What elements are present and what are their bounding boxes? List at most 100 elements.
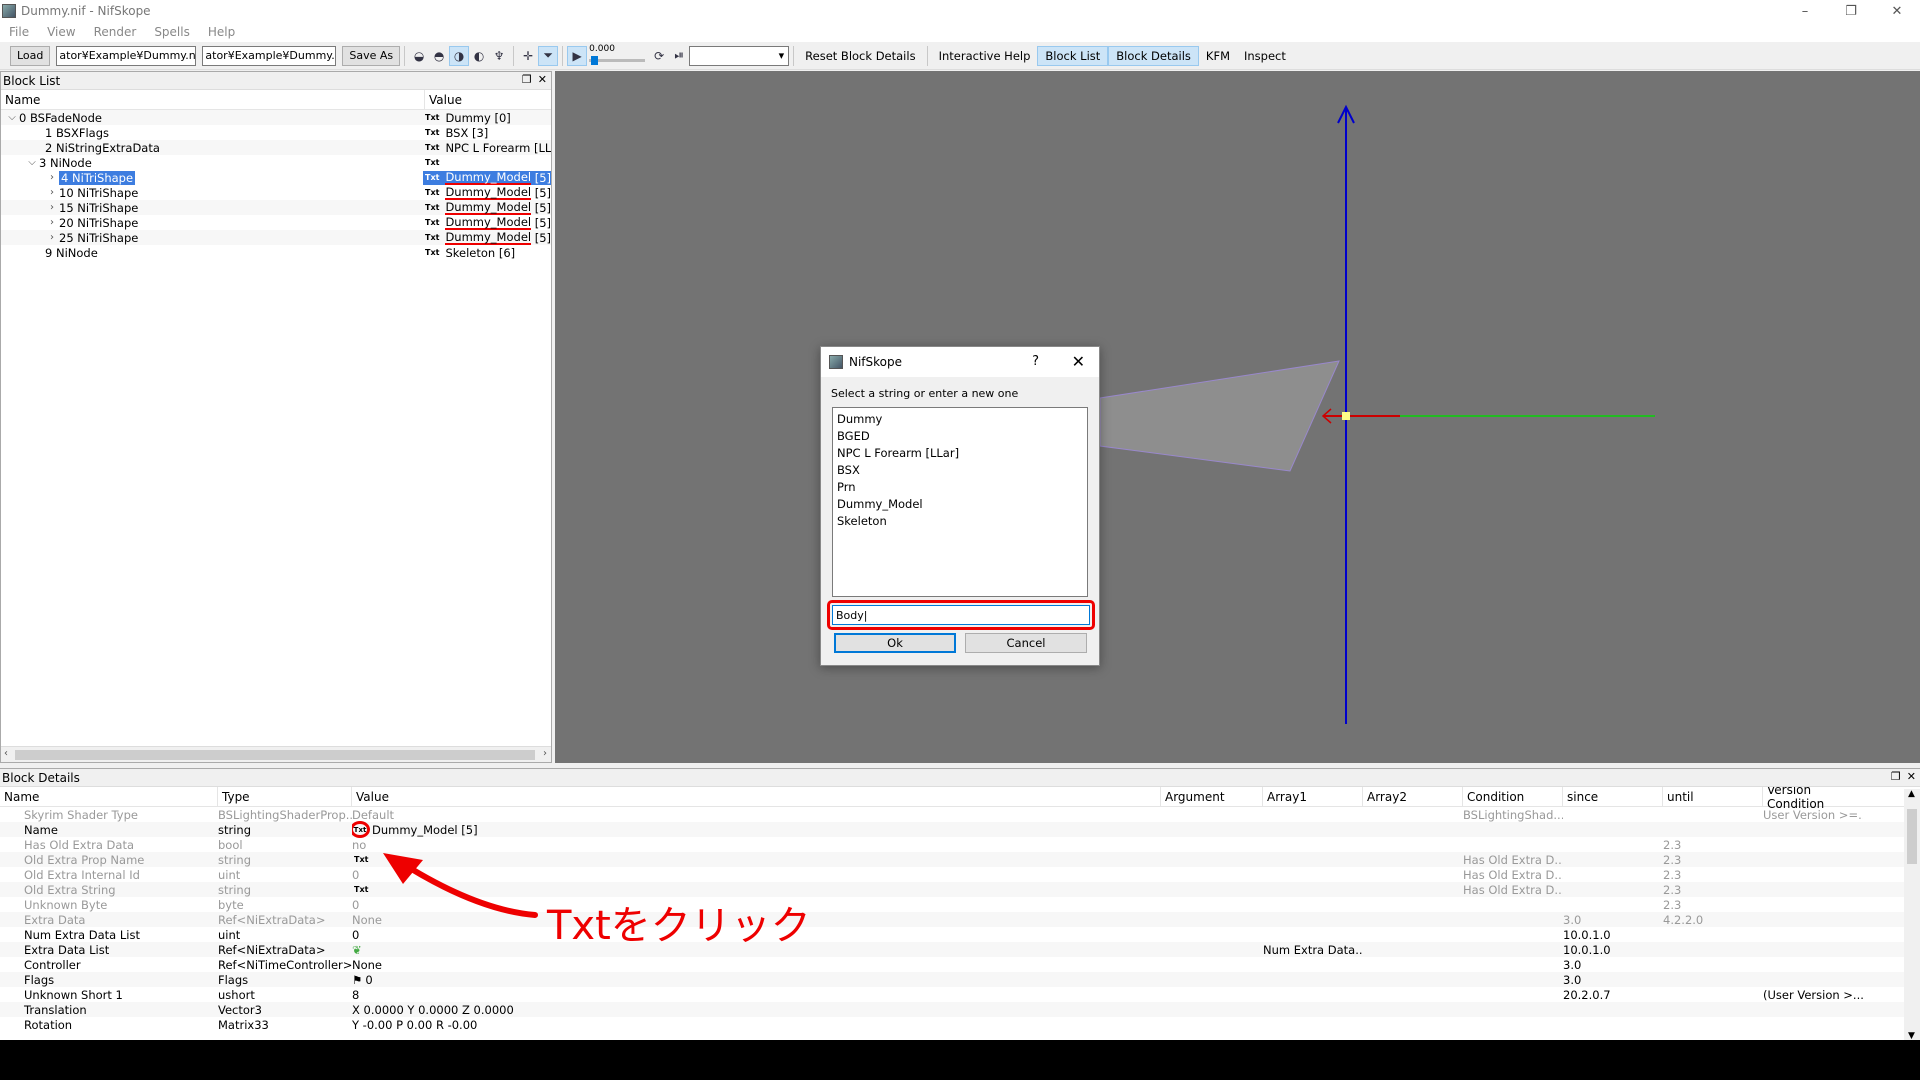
- tree-row[interactable]: 1 BSXFlags Txt BSX [3]: [1, 125, 551, 140]
- string-list-item[interactable]: Prn: [833, 478, 1087, 495]
- load-button[interactable]: Load: [10, 45, 51, 66]
- details-row[interactable]: Rotation Matrix33 Y -0.00 P 0.00 R -0.00: [0, 1017, 1920, 1032]
- col-version-condition[interactable]: Version Condition: [1763, 783, 1863, 811]
- leaf-icon[interactable]: ❦: [352, 943, 362, 957]
- tree-row[interactable]: › 25 NiTriShape Txt Dummy_Model [5]: [1, 230, 551, 245]
- chevron-down-icon[interactable]: ⌵: [25, 157, 39, 168]
- col-type[interactable]: Type: [218, 787, 352, 806]
- chevron-right-icon[interactable]: ›: [45, 232, 59, 243]
- col-until[interactable]: until: [1663, 787, 1763, 806]
- loop-icon[interactable]: ⟳: [649, 46, 669, 66]
- walk-mode-icon[interactable]: ♆: [489, 46, 509, 66]
- float-icon[interactable]: ❐: [522, 73, 532, 86]
- tree-row-selected[interactable]: › 4 NiTriShape Txt Dummy_Model [5]: [1, 170, 551, 185]
- col-argument[interactable]: Argument: [1161, 787, 1263, 806]
- string-list-item[interactable]: Dummy: [833, 410, 1087, 427]
- col-condition[interactable]: Condition: [1463, 787, 1563, 806]
- save-path-input[interactable]: ator¥Example¥Dummy.nif: [202, 45, 337, 66]
- load-path-input[interactable]: ator¥Example¥Dummy.nif: [56, 45, 197, 66]
- field-value[interactable]: Default: [352, 808, 1161, 822]
- string-list-item[interactable]: NPC L Forearm [LLar]: [833, 444, 1087, 461]
- chevron-right-icon[interactable]: ›: [45, 202, 59, 213]
- close-dialog-button[interactable]: ✕: [1072, 352, 1085, 371]
- chevron-right-icon[interactable]: ›: [45, 187, 59, 198]
- details-row[interactable]: Controller Ref<NiTimeController> None 3.0: [0, 957, 1920, 972]
- axes-icon[interactable]: ✛: [518, 46, 538, 66]
- switch-icon[interactable]: ⏯: [669, 46, 689, 66]
- col-value[interactable]: Value: [425, 90, 551, 109]
- time-slider[interactable]: 0.000: [587, 44, 649, 68]
- details-row[interactable]: Unknown Short 1 ushort 8 20.2.0.7 (User Vers…: [0, 987, 1920, 1002]
- inspect-toggle[interactable]: Inspect: [1237, 46, 1293, 66]
- new-string-input[interactable]: Body|: [832, 605, 1090, 625]
- view-side-icon[interactable]: ◑: [449, 45, 470, 66]
- block-details-toggle[interactable]: Block Details: [1108, 45, 1199, 66]
- details-row[interactable]: Num Extra Data List uint 0 10.0.1.0: [0, 927, 1920, 942]
- field-value[interactable]: ⚑ 0: [352, 973, 1161, 987]
- field-value[interactable]: X 0.0000 Y 0.0000 Z 0.0000: [352, 1003, 1161, 1017]
- chevron-right-icon[interactable]: ›: [45, 172, 59, 183]
- txt-edit-icon[interactable]: Txt: [354, 855, 368, 864]
- details-row[interactable]: Old Extra Internal Id uint 0 Has Old Extra …: [0, 867, 1920, 882]
- reset-block-details-button[interactable]: Reset Block Details: [798, 46, 922, 66]
- close-window-button[interactable]: ✕: [1874, 0, 1920, 22]
- string-list-item[interactable]: Dummy_Model: [833, 495, 1087, 512]
- details-row[interactable]: Unknown Byte byte 0 2.3: [0, 897, 1920, 912]
- tree-row[interactable]: 9 NiNode Txt Skeleton [6]: [1, 245, 551, 260]
- tree-row[interactable]: ⌵ 3 NiNode Txt: [1, 155, 551, 170]
- details-row[interactable]: Name string Txt Dummy_Model [5]: [0, 821, 1920, 838]
- chevron-down-icon[interactable]: ⌵: [5, 112, 19, 123]
- block-list-toggle[interactable]: Block List: [1037, 45, 1109, 66]
- menu-help[interactable]: Help: [199, 25, 244, 39]
- tree-row[interactable]: 2 NiStringExtraData Txt NPC L Forearm [LL…: [1, 140, 551, 155]
- string-list-item[interactable]: BGED: [833, 427, 1087, 444]
- menu-render[interactable]: Render: [85, 25, 146, 39]
- close-panel-icon[interactable]: ✕: [538, 73, 547, 86]
- field-value[interactable]: 8: [352, 988, 1161, 1002]
- scrollbar-thumb[interactable]: [15, 750, 535, 760]
- save-as-button[interactable]: Save As: [342, 45, 401, 66]
- txt-edit-icon[interactable]: Txt: [352, 821, 370, 838]
- tree-row[interactable]: › 15 NiTriShape Txt Dummy_Model [5]: [1, 200, 551, 215]
- details-row[interactable]: Translation Vector3 X 0.0000 Y 0.0000 Z 0.…: [0, 1002, 1920, 1017]
- details-row[interactable]: Flags Flags ⚑ 0 3.0: [0, 972, 1920, 987]
- menu-file[interactable]: File: [0, 25, 38, 39]
- view-front-icon[interactable]: ◓: [429, 46, 449, 66]
- tree-row[interactable]: › 10 NiTriShape Txt Dummy_Model [5]: [1, 185, 551, 200]
- details-row[interactable]: Extra Data Ref<NiExtraData> None 3.0 4.2.2.0: [0, 912, 1920, 927]
- col-array1[interactable]: Array1: [1263, 787, 1363, 806]
- details-row[interactable]: Skyrim Shader Type BSLightingShaderProp..…: [0, 807, 1920, 822]
- details-row[interactable]: Extra Data List Ref<NiExtraData> ❦ Num Extr…: [0, 942, 1920, 957]
- string-list[interactable]: Dummy BGED NPC L Forearm [LLar] BSX Prn …: [832, 407, 1088, 597]
- details-row[interactable]: Has Old Extra Data bool no 2.3: [0, 837, 1920, 852]
- txt-edit-icon[interactable]: Txt: [354, 885, 368, 894]
- view-user-icon[interactable]: ◐: [469, 46, 489, 66]
- help-button[interactable]: ?: [1032, 354, 1039, 369]
- horizontal-scrollbar[interactable]: ‹ ›: [1, 746, 551, 762]
- interactive-help-button[interactable]: Interactive Help: [932, 46, 1038, 66]
- col-since[interactable]: since: [1563, 787, 1663, 806]
- kfm-toggle[interactable]: KFM: [1199, 46, 1237, 66]
- scrollbar-thumb[interactable]: [1907, 809, 1917, 864]
- animation-select[interactable]: ▾: [689, 45, 790, 66]
- perspective-icon[interactable]: ⏷: [538, 45, 559, 66]
- close-panel-icon[interactable]: ✕: [1907, 770, 1916, 783]
- scroll-left-icon[interactable]: ‹: [4, 748, 8, 759]
- view-top-icon[interactable]: ◒: [409, 46, 429, 66]
- 3d-viewport[interactable]: [555, 71, 1920, 763]
- field-value[interactable]: Y -0.00 P 0.00 R -0.00: [352, 1018, 1161, 1032]
- play-icon[interactable]: ▶: [567, 45, 588, 66]
- scroll-right-icon[interactable]: ›: [543, 748, 547, 759]
- restore-button[interactable]: ❐: [1828, 0, 1874, 22]
- menu-view[interactable]: View: [38, 25, 84, 39]
- col-name[interactable]: Name: [1, 90, 425, 109]
- col-value[interactable]: Value: [352, 787, 1161, 806]
- details-row[interactable]: Old Extra Prop Name string Txt Has Old Extr…: [0, 852, 1920, 867]
- scroll-up-icon[interactable]: ▲: [1908, 789, 1915, 799]
- string-list-item[interactable]: Skeleton: [833, 512, 1087, 529]
- vertical-scrollbar[interactable]: ▲ ▼: [1904, 789, 1920, 1041]
- tree-row[interactable]: ⌵ 0 BSFadeNode Txt Dummy [0]: [1, 110, 551, 125]
- float-icon[interactable]: ❐: [1891, 770, 1901, 783]
- menu-spells[interactable]: Spells: [145, 25, 199, 39]
- tree-row[interactable]: › 20 NiTriShape Txt Dummy_Model [5]: [1, 215, 551, 230]
